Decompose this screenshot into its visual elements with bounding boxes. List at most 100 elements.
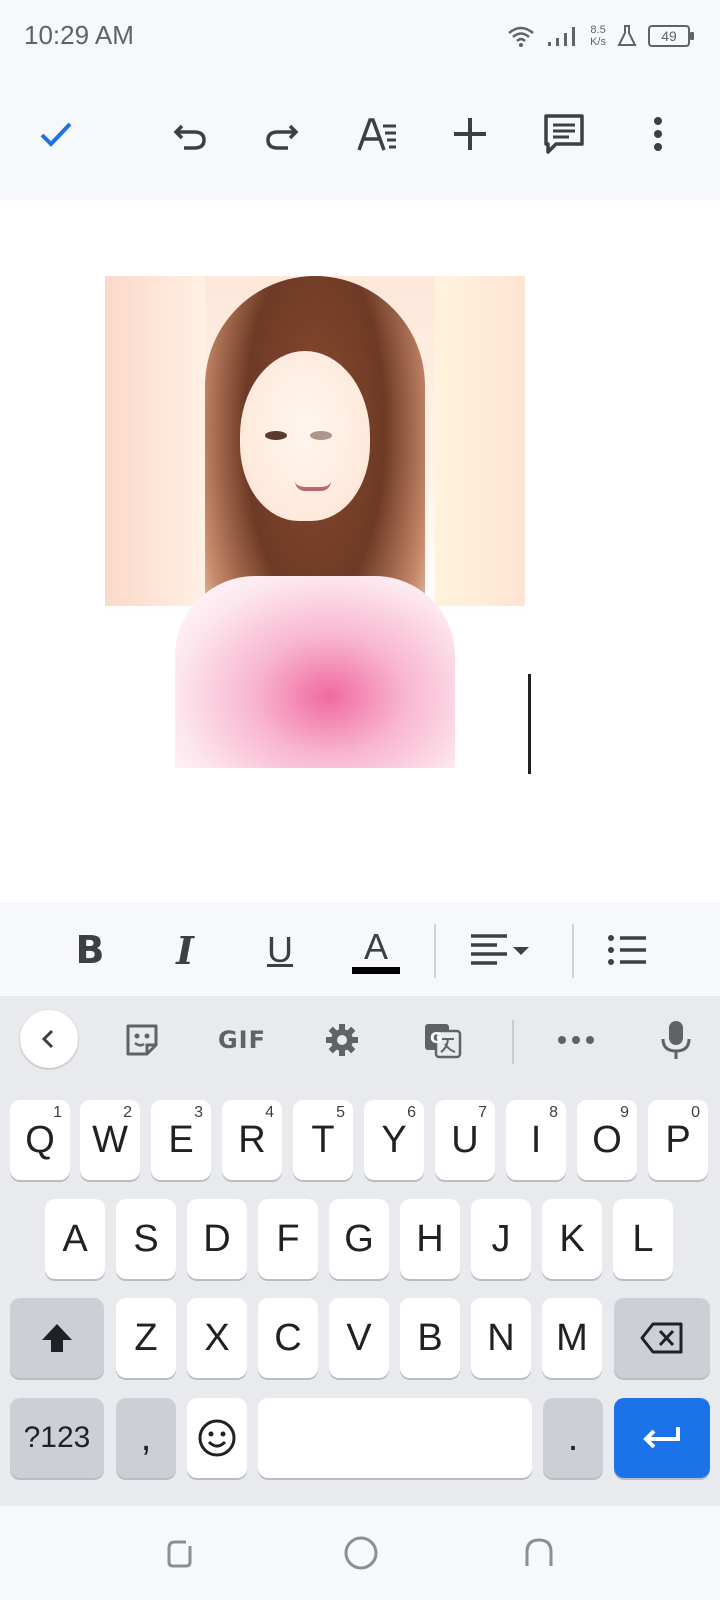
key-g[interactable]: G bbox=[329, 1199, 389, 1279]
key-z[interactable]: Z bbox=[116, 1298, 176, 1378]
comma-key[interactable]: , bbox=[116, 1398, 176, 1478]
backspace-key[interactable] bbox=[614, 1298, 710, 1378]
key-s[interactable]: S bbox=[116, 1199, 176, 1279]
more-options-button[interactable] bbox=[630, 106, 686, 162]
photo-mouth bbox=[295, 481, 331, 491]
recent-apps-button[interactable] bbox=[158, 1530, 204, 1576]
key-label: Q bbox=[25, 1118, 55, 1161]
underline-button[interactable]: U bbox=[250, 920, 310, 980]
key-n[interactable]: N bbox=[471, 1298, 531, 1378]
key-label: Z bbox=[134, 1316, 158, 1359]
key-u[interactable]: U7 bbox=[435, 1100, 495, 1180]
photo-eye-right bbox=[310, 431, 332, 440]
period-label: . bbox=[567, 1416, 579, 1459]
key-label: P bbox=[665, 1118, 691, 1161]
key-p[interactable]: P0 bbox=[648, 1100, 708, 1180]
chevron-left-icon bbox=[41, 1029, 54, 1049]
align-left-icon bbox=[471, 934, 529, 965]
key-hint: 0 bbox=[691, 1104, 700, 1121]
key-a[interactable]: A bbox=[45, 1199, 105, 1279]
key-label: I bbox=[530, 1118, 542, 1161]
key-label: H bbox=[416, 1217, 444, 1260]
key-l[interactable]: L bbox=[613, 1199, 673, 1279]
key-o[interactable]: O9 bbox=[577, 1100, 637, 1180]
enter-icon bbox=[643, 1427, 680, 1449]
key-t[interactable]: T5 bbox=[293, 1100, 353, 1180]
key-x[interactable]: X bbox=[187, 1298, 247, 1378]
bold-button[interactable]: B bbox=[60, 920, 120, 980]
italic-button[interactable]: I bbox=[155, 920, 215, 980]
key-d[interactable]: D bbox=[187, 1199, 247, 1279]
key-h[interactable]: H bbox=[400, 1199, 460, 1279]
key-i[interactable]: I8 bbox=[506, 1100, 566, 1180]
system-nav-bar bbox=[0, 1506, 720, 1600]
more-tools-button[interactable] bbox=[546, 1014, 606, 1066]
document-canvas[interactable] bbox=[0, 200, 720, 902]
gif-button[interactable]: GIF bbox=[206, 1014, 278, 1066]
format-bar: B I U A bbox=[0, 902, 720, 996]
wifi-icon bbox=[508, 26, 534, 47]
key-m[interactable]: M bbox=[542, 1298, 602, 1378]
enter-key[interactable] bbox=[614, 1398, 710, 1478]
undo-button[interactable] bbox=[162, 106, 218, 162]
redo-icon bbox=[266, 124, 299, 150]
key-label: E bbox=[168, 1118, 194, 1161]
symbols-key[interactable]: ?123 bbox=[10, 1398, 104, 1478]
key-b[interactable]: B bbox=[400, 1298, 460, 1378]
list-button[interactable] bbox=[598, 920, 658, 980]
symbols-label: ?123 bbox=[23, 1421, 91, 1454]
signal-icon bbox=[548, 27, 576, 46]
redo-button[interactable] bbox=[254, 106, 310, 162]
svg-text:G: G bbox=[430, 1029, 442, 1047]
key-y[interactable]: Y6 bbox=[364, 1100, 424, 1180]
key-k[interactable]: K bbox=[542, 1199, 602, 1279]
bulleted-list-icon bbox=[608, 935, 646, 965]
translate-button[interactable]: G bbox=[412, 1014, 472, 1066]
keyboard-settings-button[interactable] bbox=[312, 1014, 372, 1066]
emoji-key[interactable] bbox=[187, 1398, 247, 1478]
shift-key[interactable] bbox=[10, 1298, 104, 1378]
key-r[interactable]: R4 bbox=[222, 1100, 282, 1180]
insert-button[interactable] bbox=[442, 106, 498, 162]
text-cursor bbox=[528, 674, 531, 774]
keyboard-back-button[interactable] bbox=[20, 1010, 78, 1068]
text-color-button[interactable]: A bbox=[346, 920, 406, 980]
inserted-photo[interactable] bbox=[105, 276, 525, 768]
sticker-button[interactable] bbox=[112, 1014, 172, 1066]
key-label: N bbox=[487, 1316, 515, 1359]
more-vert-icon bbox=[654, 117, 662, 151]
space-key[interactable] bbox=[258, 1398, 532, 1478]
italic-label: I bbox=[176, 927, 194, 973]
key-f[interactable]: F bbox=[258, 1199, 318, 1279]
key-label: O bbox=[592, 1118, 622, 1161]
shift-icon bbox=[42, 1324, 72, 1352]
soft-keyboard: GIF G Q 1 W 2 E 3 R 4 T 5 Y 6 U 7 I 8 O … bbox=[0, 996, 720, 1506]
underline-label: U bbox=[267, 929, 293, 970]
text-format-button[interactable] bbox=[350, 106, 406, 162]
period-key[interactable]: . bbox=[543, 1398, 603, 1478]
key-c[interactable]: C bbox=[258, 1298, 318, 1378]
text-color-label: A bbox=[363, 925, 388, 967]
photo-background-right bbox=[435, 276, 525, 606]
comma-label: , bbox=[140, 1416, 152, 1459]
key-label: S bbox=[133, 1217, 159, 1260]
recent-apps-icon bbox=[167, 1540, 192, 1568]
key-hint: 6 bbox=[407, 1104, 416, 1121]
key-q[interactable]: Q1 bbox=[10, 1100, 70, 1180]
comment-button[interactable] bbox=[536, 106, 592, 162]
home-button[interactable] bbox=[338, 1530, 384, 1576]
key-w[interactable]: W2 bbox=[80, 1100, 140, 1180]
key-v[interactable]: V bbox=[329, 1298, 389, 1378]
net-speed: 8.5 K/s bbox=[590, 24, 606, 48]
translate-icon: G bbox=[425, 1024, 462, 1059]
status-bar: 10:29 AM 8.5 K/s 49 bbox=[0, 0, 720, 76]
key-e[interactable]: E3 bbox=[151, 1100, 211, 1180]
done-button[interactable] bbox=[28, 106, 84, 162]
key-label: M bbox=[556, 1316, 588, 1359]
key-j[interactable]: J bbox=[471, 1199, 531, 1279]
align-button[interactable] bbox=[462, 920, 542, 980]
key-hint: 3 bbox=[194, 1104, 203, 1121]
key-label: G bbox=[344, 1217, 374, 1260]
voice-input-button[interactable] bbox=[646, 1014, 706, 1066]
back-button[interactable] bbox=[516, 1530, 562, 1576]
